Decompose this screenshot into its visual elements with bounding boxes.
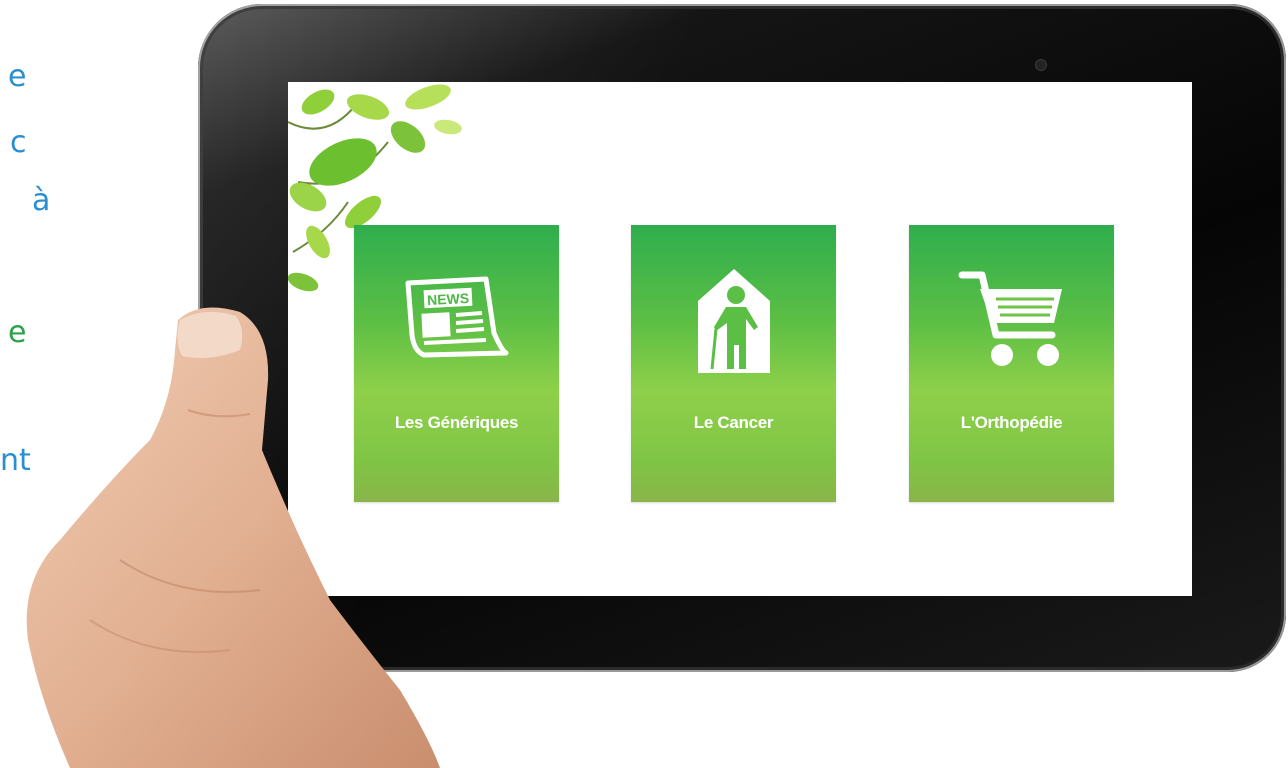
elderly-house-icon	[697, 269, 770, 373]
newspaper-icon: NEWS	[405, 276, 508, 358]
camera-icon	[1036, 60, 1046, 70]
svg-text:NEWS: NEWS	[426, 290, 469, 308]
shopping-cart-icon	[958, 271, 1062, 366]
side-text-line-4: e	[8, 315, 27, 350]
tablet-screen: NEWS Les Génériques Le Cancer L'Orthopéd…	[288, 82, 1192, 596]
side-text-line-1: e	[8, 59, 27, 94]
tile-le-cancer[interactable]: Le Cancer	[631, 225, 836, 502]
tile-les-generiques[interactable]: NEWS Les Génériques	[354, 225, 559, 502]
tile-label: L'Orthopédie	[960, 413, 1063, 432]
side-text-line-3: à	[32, 183, 51, 218]
side-text-line-2: c	[10, 125, 27, 160]
tile-label: Les Génériques	[394, 413, 519, 432]
side-text-line-5: nt	[0, 443, 31, 478]
tile-l-orthopedie[interactable]: L'Orthopédie	[909, 225, 1114, 502]
tile-label: Le Cancer	[693, 413, 774, 432]
